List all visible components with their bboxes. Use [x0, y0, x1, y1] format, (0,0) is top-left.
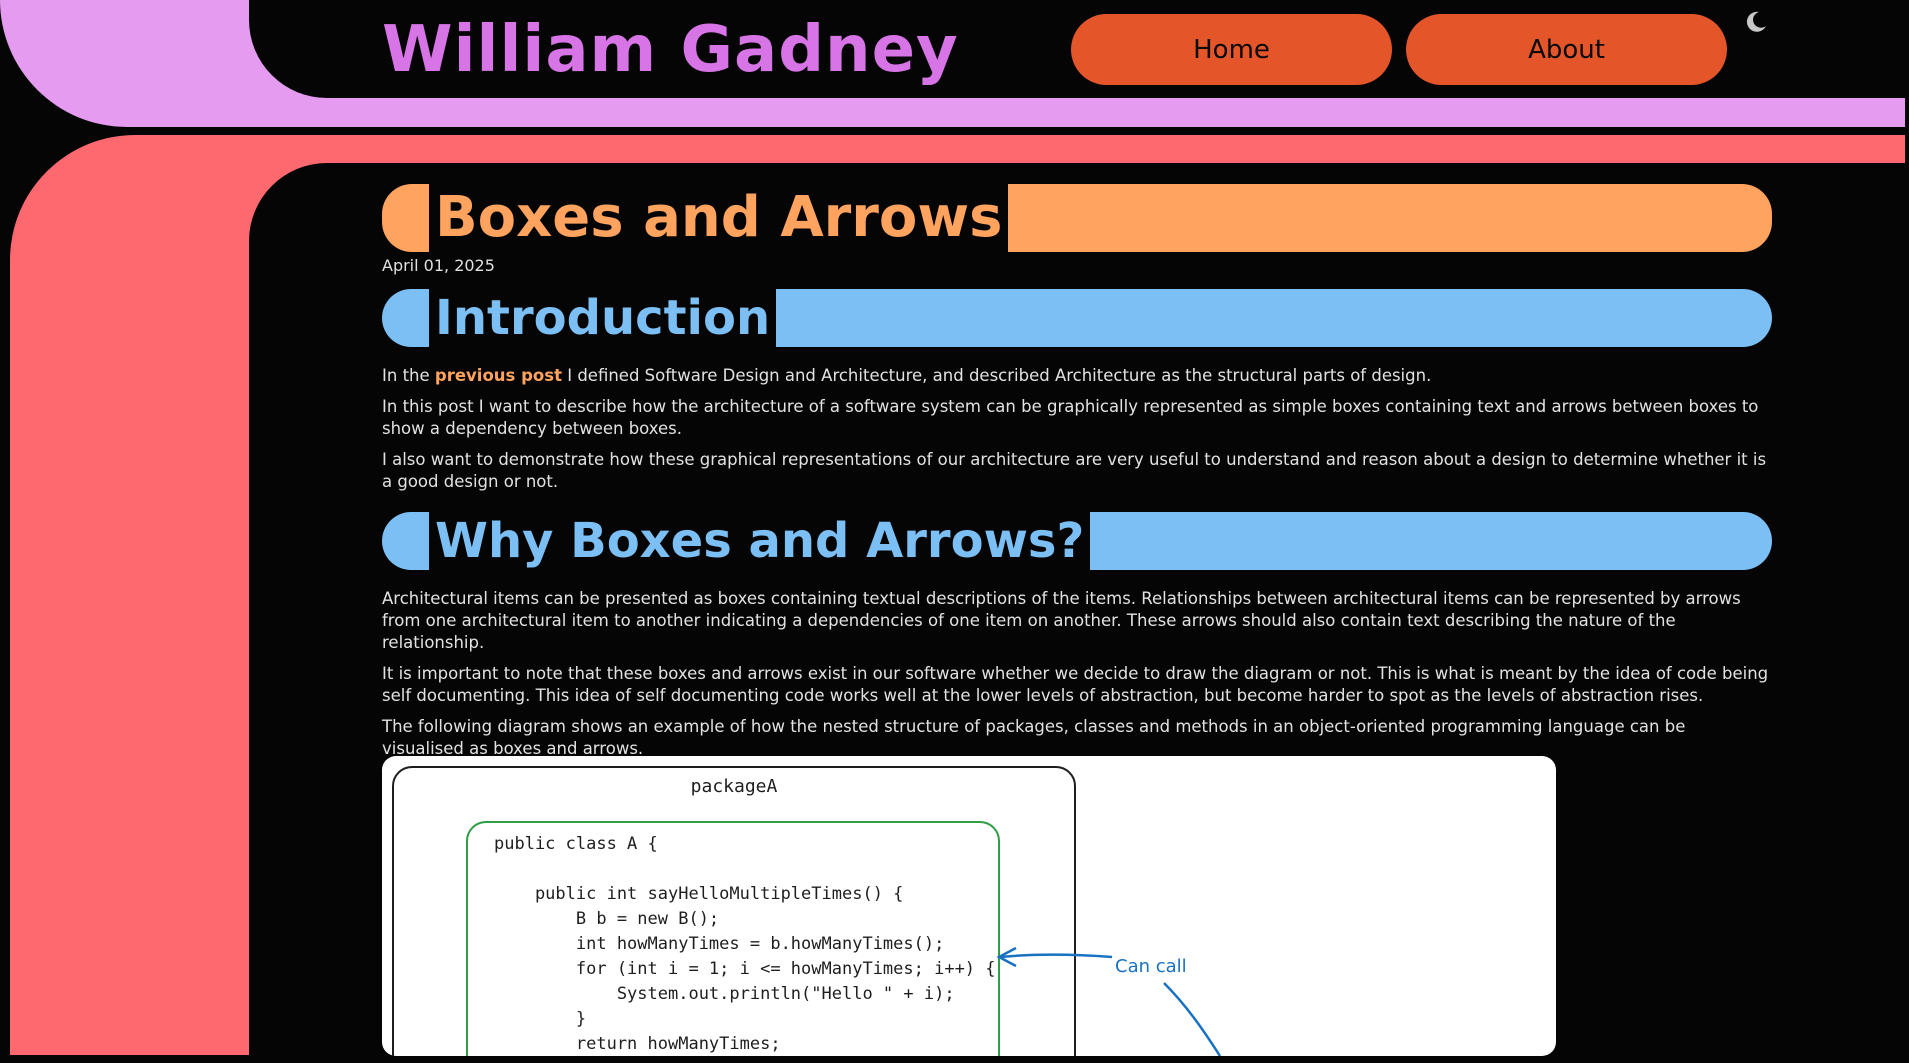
heading-bar-cap — [382, 289, 429, 347]
nav-about-button[interactable]: About — [1406, 14, 1727, 85]
post-title: Boxes and Arrows — [429, 184, 1009, 252]
previous-post-link[interactable]: previous post — [435, 366, 562, 385]
intro-p1-after: I defined Software Design and Architectu… — [561, 366, 1432, 385]
post-content: Boxes and Arrows April 01, 2025 Introduc… — [382, 184, 1772, 769]
moon-icon-graphic — [1746, 11, 1766, 32]
post-title-bar: Boxes and Arrows — [382, 184, 1772, 252]
title-bar-cap — [382, 184, 429, 252]
section-heading-introduction: Introduction — [382, 289, 1772, 347]
intro-paragraph-1: In the previous post I defined Software … — [382, 365, 1772, 387]
why-paragraph-3: The following diagram shows an example o… — [382, 717, 1686, 758]
heading-bar-fill — [776, 289, 1772, 347]
section-heading-text: Why Boxes and Arrows? — [429, 512, 1091, 570]
post-date: April 01, 2025 — [382, 256, 495, 275]
heading-bar-fill — [1090, 512, 1772, 570]
site-title[interactable]: William Gadney — [382, 10, 959, 90]
moon-icon[interactable] — [1740, 6, 1772, 38]
boxes-arrows-diagram: packageA public class A { public int say… — [382, 756, 1556, 1056]
arrow-label: Can call — [1115, 956, 1187, 977]
nav-home-button[interactable]: Home — [1071, 14, 1392, 85]
why-paragraph-2: It is important to note that these boxes… — [382, 664, 1769, 705]
intro-p1-before: In the — [382, 366, 435, 385]
intro-paragraph-2: In this post I want to describe how the … — [382, 397, 1759, 438]
title-bar-fill — [1008, 184, 1772, 252]
intro-paragraph-3: I also want to demonstrate how these gra… — [382, 450, 1767, 491]
section-heading-why: Why Boxes and Arrows? — [382, 512, 1772, 570]
can-call-arrow — [996, 946, 1222, 1056]
heading-bar-cap — [382, 512, 429, 570]
section-heading-text: Introduction — [429, 289, 777, 347]
why-paragraph-1: Architectural items can be presented as … — [382, 589, 1741, 652]
